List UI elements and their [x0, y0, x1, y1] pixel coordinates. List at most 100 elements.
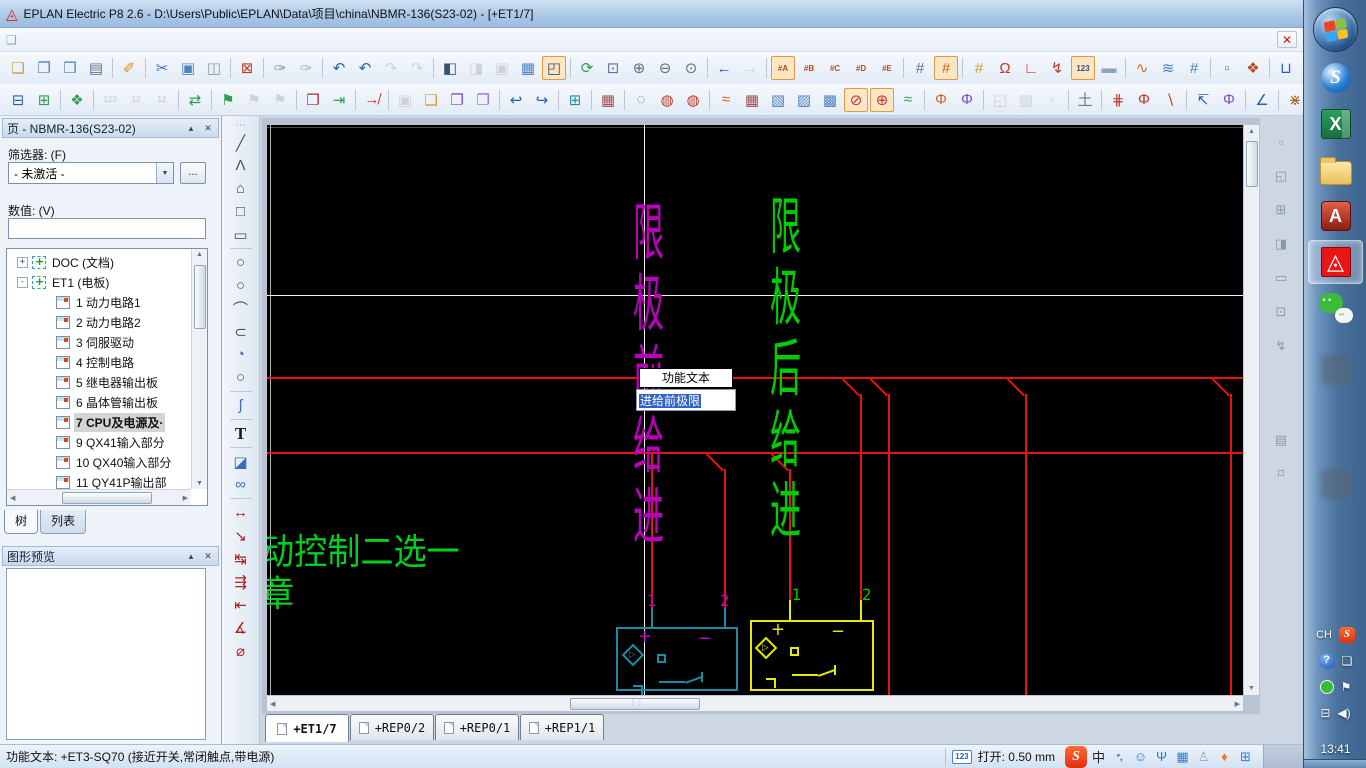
- selection-icon[interactable]: ▫: [1040, 88, 1064, 112]
- scrollbar-thumb[interactable]: [194, 265, 206, 329]
- sogou-tray-icon[interactable]: S: [1338, 627, 1355, 643]
- placeholder-icon[interactable]: ▫: [1215, 56, 1239, 80]
- page-check-icon[interactable]: ▣: [490, 56, 514, 80]
- sheet-tab-rep0-2[interactable]: +REP0/2: [350, 714, 434, 740]
- scrollbar-thumb[interactable]: [62, 492, 152, 504]
- close-icon[interactable]: ✕: [202, 551, 214, 562]
- table-zoom-icon[interactable]: ▧: [766, 88, 790, 112]
- arc-2-icon[interactable]: ⊂: [228, 320, 254, 343]
- tree-item-page-2[interactable]: 2 动力电路2: [7, 312, 191, 332]
- sector-icon[interactable]: ◔: [228, 343, 254, 366]
- tree-item-page-5[interactable]: 5 继电器输出板: [7, 372, 191, 392]
- insert-parallel-icon[interactable]: ⋕: [1106, 88, 1130, 112]
- net-icon[interactable]: #: [1182, 56, 1206, 80]
- grid-display-icon[interactable]: #: [908, 56, 932, 80]
- tree-item-page-11[interactable]: 11 QY41P输出部: [7, 472, 191, 489]
- tree-horizontal-scrollbar[interactable]: [7, 489, 191, 505]
- workbook-icon[interactable]: ◰: [542, 56, 566, 80]
- zoom-in-icon[interactable]: ⊕: [627, 56, 651, 80]
- menu-edit[interactable]: [79, 37, 97, 43]
- contact-no-icon[interactable]: ⊕: [870, 87, 894, 112]
- tree-item-page-7[interactable]: 7 CPU及电源及·: [7, 412, 191, 432]
- pages-panel-header[interactable]: 页 - NBMR-136(S23-02) ▴ ✕: [2, 118, 219, 138]
- right-tool-9-icon[interactable]: ⌑: [1268, 462, 1294, 486]
- window-layout-2-icon[interactable]: ◨: [464, 56, 488, 80]
- tree-item-page-6[interactable]: 6 晶体管输出板: [7, 392, 191, 412]
- taskbar-sogou-button[interactable]: S: [1308, 56, 1363, 100]
- dim-continued-icon[interactable]: ↹: [228, 547, 254, 570]
- doc-props-icon[interactable]: ❐: [471, 88, 495, 112]
- schematic-canvas[interactable]: 1212+−+−▷▷动控制二选一章 限 极 前 给 进 限 极 后 给 进 功能…: [267, 125, 1243, 695]
- contact-nc-icon[interactable]: ⊘: [844, 87, 868, 112]
- language-indicator[interactable]: CH: [1316, 629, 1332, 641]
- spline-icon[interactable]: ʃ: [228, 394, 254, 417]
- pin-numbering-icon[interactable]: 12: [150, 88, 174, 112]
- grid-a-icon[interactable]: #A: [771, 56, 795, 80]
- tree-item-page-9[interactable]: 9 QX41输入部分: [7, 432, 191, 452]
- table-edit-icon[interactable]: ▨: [792, 88, 816, 112]
- parts-cart-icon[interactable]: ⊔: [1274, 56, 1298, 80]
- springs-icon[interactable]: ≈: [714, 88, 738, 112]
- line-icon[interactable]: ╱: [228, 131, 254, 154]
- start-button[interactable]: [1313, 7, 1358, 52]
- circle-2point-icon[interactable]: ○: [228, 274, 254, 297]
- collapse-icon[interactable]: ▴: [185, 551, 197, 562]
- rectangle-2point-icon[interactable]: ▭: [228, 223, 254, 246]
- check-settings-icon[interactable]: ⚑: [242, 88, 266, 112]
- right-tool-2-icon[interactable]: ◱: [1268, 164, 1294, 188]
- prev-page-icon[interactable]: ↩: [504, 88, 528, 112]
- dim-radius-icon[interactable]: ⌀: [228, 639, 254, 662]
- zoom-out-icon[interactable]: ⊖: [653, 56, 677, 80]
- corner-icon[interactable]: ↸: [1191, 88, 1215, 112]
- device-filter-icon[interactable]: ▦: [596, 88, 620, 112]
- t-node-icon[interactable]: Φ: [1217, 88, 1241, 112]
- magnet-icon[interactable]: Ω: [993, 56, 1017, 80]
- menu-insert[interactable]: [115, 37, 133, 43]
- value-input[interactable]: [8, 218, 206, 239]
- show-desktop-button[interactable]: [1304, 759, 1366, 768]
- delete-icon[interactable]: ⊠: [235, 56, 259, 80]
- menu-options[interactable]: [169, 37, 187, 43]
- ime-mic-icon[interactable]: Ψ: [1152, 747, 1171, 766]
- input-box-icon[interactable]: 123: [1071, 56, 1095, 80]
- new-page-icon[interactable]: ❏: [6, 56, 30, 80]
- plugin-icon[interactable]: ❖: [65, 88, 89, 112]
- macro-box-icon[interactable]: ❖: [1241, 56, 1265, 80]
- wechat-tray-icon[interactable]: [1319, 680, 1334, 694]
- chevron-down-icon[interactable]: ▼: [156, 163, 173, 183]
- canvas-vertical-scrollbar[interactable]: [1243, 125, 1259, 695]
- new-window-icon[interactable]: ❏: [419, 88, 443, 112]
- right-tool-3-icon[interactable]: ⊞: [1268, 198, 1294, 222]
- zoom-window-icon[interactable]: ⊡: [601, 56, 625, 80]
- stamp-icon[interactable]: 土: [1073, 88, 1097, 112]
- taskbar-eplan-button[interactable]: ◬: [1308, 240, 1363, 284]
- help-tray-icon[interactable]: ?: [1318, 653, 1335, 669]
- remove-report-icon[interactable]: ↛: [360, 88, 384, 112]
- zoom-100-icon[interactable]: ⊙: [679, 56, 703, 80]
- right-tool-1-icon[interactable]: ▫: [1268, 130, 1294, 154]
- hyperlink-icon[interactable]: ∞: [228, 473, 254, 496]
- open-page-icon[interactable]: ❐: [32, 56, 56, 80]
- coordinates-icon[interactable]: ∟: [1019, 56, 1043, 80]
- preview-panel-header[interactable]: 图形预览 ▴ ✕: [2, 546, 219, 566]
- tree-vertical-scrollbar[interactable]: [191, 249, 207, 489]
- ellipse-icon[interactable]: ○: [228, 366, 254, 389]
- menu-page[interactable]: [43, 37, 61, 43]
- dim-incremental-icon[interactable]: ⇤: [228, 593, 254, 616]
- coil-filter-icon[interactable]: ≈: [896, 88, 920, 112]
- signal-icon[interactable]: ≋: [1156, 56, 1180, 80]
- ime-skin-icon[interactable]: ♦: [1215, 747, 1234, 766]
- table-filter-icon[interactable]: ▦: [740, 88, 764, 112]
- hidden-icons-icon[interactable]: ❏: [1342, 654, 1353, 668]
- title-bar[interactable]: ◬ EPLAN Electric P8 2.6 - D:\Users\Publi…: [0, 0, 1303, 28]
- rectangle-icon[interactable]: □: [228, 200, 254, 223]
- terminal-numbering-icon[interactable]: 12: [124, 88, 148, 112]
- close-page-icon[interactable]: ❒: [58, 56, 82, 80]
- ime-user-icon[interactable]: ♙: [1194, 747, 1213, 766]
- format-brush-icon[interactable]: ✑: [268, 56, 292, 80]
- cut-icon[interactable]: ✂: [150, 56, 174, 80]
- right-tool-4-icon[interactable]: ◨: [1268, 232, 1294, 256]
- doc-history-icon[interactable]: ❐: [445, 88, 469, 112]
- scrollbar-thumb[interactable]: [1246, 141, 1258, 187]
- image-icon[interactable]: ◪: [228, 450, 254, 473]
